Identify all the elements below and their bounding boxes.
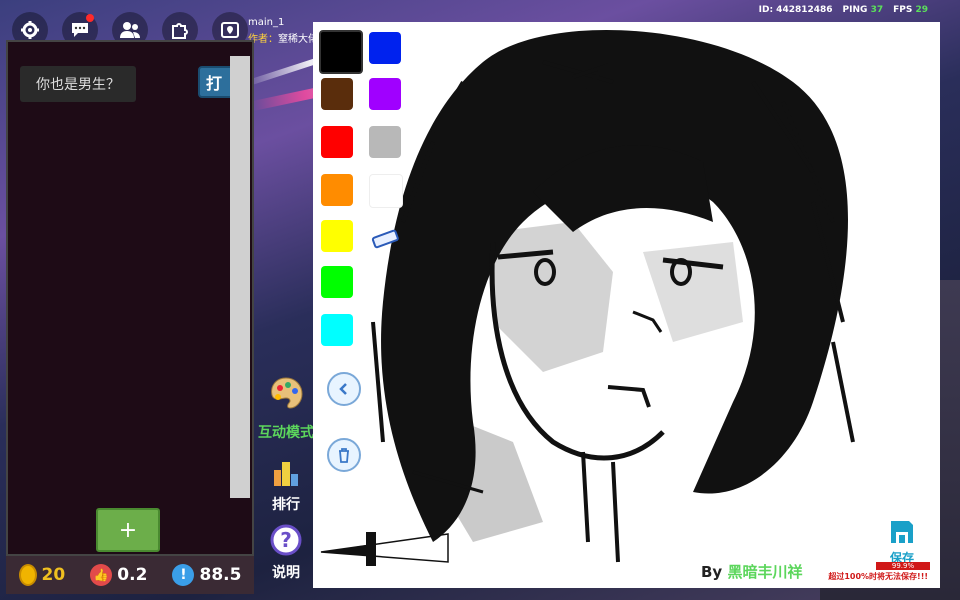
color-swatch-blue[interactable] bbox=[369, 32, 401, 64]
coin-stat: 20 bbox=[18, 564, 66, 586]
exclamation-icon: ! bbox=[172, 564, 195, 586]
chat-panel: 你也是男生？ 打 + bbox=[6, 40, 254, 556]
color-swatch-purple[interactable] bbox=[369, 78, 401, 110]
network-stats: ID: 442812486 PING 37 FPS 29 bbox=[759, 5, 928, 15]
color-swatch-gray[interactable] bbox=[369, 126, 401, 158]
chevron-left-icon bbox=[339, 383, 347, 395]
save-button[interactable]: 保存 bbox=[880, 518, 924, 566]
author-line: 作者：窒稀大佬 bbox=[248, 30, 318, 45]
help-label: 说明 bbox=[272, 565, 300, 581]
currency-bar: 20 👍 0.2 ! 88.5 bbox=[6, 556, 254, 594]
color-swatch-brown[interactable] bbox=[321, 78, 353, 110]
sketch-drawing bbox=[320, 29, 855, 566]
by-label: By bbox=[701, 563, 723, 581]
svg-text:?: ? bbox=[280, 528, 292, 552]
collapse-button[interactable] bbox=[327, 372, 361, 406]
coin-icon bbox=[18, 564, 37, 586]
ping-value: 37 bbox=[870, 5, 884, 15]
color-swatch-cyan[interactable] bbox=[321, 314, 353, 346]
like-stat: 👍 0.2 bbox=[90, 564, 147, 586]
info-stat: ! 88.5 bbox=[172, 564, 241, 586]
ranking-label: 排行 bbox=[272, 497, 300, 513]
question-icon: ? bbox=[256, 524, 316, 560]
eraser-icon[interactable] bbox=[369, 222, 401, 254]
map-name: main_1 bbox=[248, 17, 285, 28]
help-button[interactable]: ? 说明 bbox=[256, 524, 316, 582]
fps-label: FPS bbox=[893, 5, 913, 15]
ranking-button[interactable]: 排行 bbox=[256, 456, 316, 514]
trash-icon bbox=[339, 448, 349, 463]
ping-label: PING bbox=[842, 5, 868, 15]
storage-progress: 99.9% bbox=[876, 562, 930, 570]
thumbs-up-icon: 👍 bbox=[90, 564, 113, 586]
interactive-mode-label: 互动模式 bbox=[258, 425, 314, 441]
save-icon bbox=[891, 521, 913, 543]
fps-value: 29 bbox=[915, 5, 928, 15]
like-value: 0.2 bbox=[117, 565, 148, 585]
info-value: 88.5 bbox=[199, 565, 242, 585]
storage-warning: 超过100%时将无法保存!!! bbox=[828, 572, 928, 581]
ranking-icon bbox=[256, 456, 316, 492]
drawing-canvas[interactable]: By 黑暗丰川祥 保存 99.9% 超过100%时将无法保存!!! bbox=[313, 22, 940, 588]
artist-credit: By 黑暗丰川祥 bbox=[701, 561, 802, 582]
add-button[interactable]: + bbox=[96, 508, 160, 552]
notification-dot bbox=[86, 14, 94, 22]
player-id: ID: 442812486 bbox=[758, 5, 833, 15]
chat-message: 你也是男生？ bbox=[20, 66, 136, 102]
color-swatch-yellow[interactable] bbox=[321, 220, 353, 252]
color-swatch-green[interactable] bbox=[321, 266, 353, 298]
coin-value: 20 bbox=[41, 565, 66, 585]
interactive-mode-button[interactable]: 互动模式 bbox=[256, 376, 316, 442]
color-swatch-orange[interactable] bbox=[321, 174, 353, 206]
color-swatch-black[interactable] bbox=[319, 30, 363, 74]
clear-button[interactable] bbox=[327, 438, 361, 472]
color-swatch-white[interactable] bbox=[369, 174, 403, 208]
author-name: 窒稀大佬 bbox=[278, 34, 318, 45]
color-swatch-red[interactable] bbox=[321, 126, 353, 158]
artist-name: 黑暗丰川祥 bbox=[727, 563, 803, 581]
chat-scrollbar[interactable] bbox=[230, 56, 250, 498]
palette-icon bbox=[256, 376, 316, 420]
